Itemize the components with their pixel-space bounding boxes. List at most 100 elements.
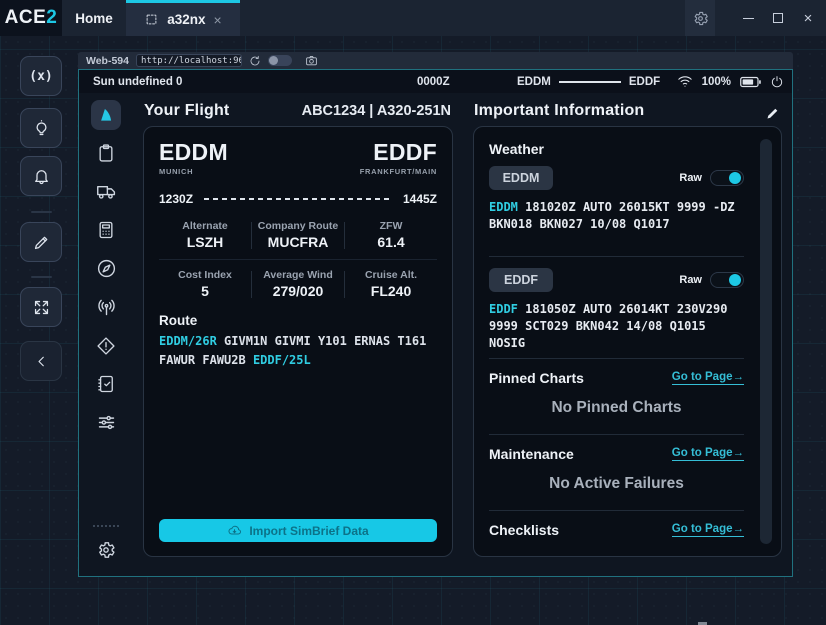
browser-toggle[interactable]: [268, 55, 292, 66]
import-simbrief-button[interactable]: Import SimBrief Data: [159, 519, 437, 542]
failure-diamond-icon: [96, 336, 116, 356]
battery-icon: [740, 76, 761, 88]
station-eddf-button[interactable]: EDDF: [489, 268, 553, 292]
sidebar-item-failures[interactable]: [96, 336, 116, 356]
status-bar: Sun undefined 0 0000Z EDDM EDDF 100%: [79, 70, 792, 93]
screenshot-button[interactable]: [305, 54, 318, 67]
route-departure: EDDM/26R: [159, 334, 217, 348]
annotate-button[interactable]: [20, 222, 62, 262]
section-divider: [489, 256, 744, 257]
fullscreen-button[interactable]: [20, 287, 62, 327]
stat-cruise-alt: Cruise Alt.FL240: [345, 269, 437, 299]
pinned-charts-row: Pinned Charts Go to Page→: [489, 370, 744, 386]
stat-average-wind: Average Wind 279/020: [252, 269, 344, 299]
wifi-icon: [677, 75, 693, 88]
gear-icon: [692, 10, 709, 27]
sliders-icon: [96, 412, 117, 433]
pinned-charts-empty: No Pinned Charts: [489, 399, 744, 417]
tab-a32nx[interactable]: a32nx ×: [126, 0, 240, 36]
url-input[interactable]: http://localhost:9696/: [136, 54, 242, 67]
route-section: Route EDDM/26R GIVM1N GIVMI Y101 ERNAS T…: [159, 313, 437, 369]
stat-company-route: Company RouteMUCFRA: [252, 220, 344, 250]
status-origin: EDDM: [517, 76, 551, 88]
sidebar-item-ground[interactable]: [96, 181, 117, 202]
pinned-charts-heading: Pinned Charts: [489, 370, 584, 386]
sidebar-item-atc[interactable]: [96, 297, 117, 318]
stat-alternate: AlternateLSZH: [159, 220, 251, 250]
sidebar-drag-handle[interactable]: [93, 525, 119, 527]
route-string: EDDM/26R GIVM1N GIVMI Y101 ERNAS T161 FA…: [159, 332, 437, 369]
origin-city: MUNICH: [159, 167, 228, 176]
metar-text: 181050Z AUTO 26014KT 230V290 9999 SCT029…: [489, 302, 727, 350]
pencil-icon: [32, 233, 51, 252]
logo-accent: 2: [46, 7, 57, 29]
sidebar-item-presets[interactable]: [96, 412, 117, 433]
power-button[interactable]: [770, 75, 784, 89]
stat-value: LSZH: [159, 234, 251, 250]
pinned-charts-link[interactable]: Go to Page→: [672, 371, 744, 385]
maintenance-link[interactable]: Go to Page→: [672, 447, 744, 461]
app-logo: ACE2: [0, 0, 62, 36]
raw-toggle-eddm[interactable]: [710, 170, 744, 186]
stat-label: Average Wind: [252, 269, 344, 281]
raw-toggle-eddf[interactable]: [710, 272, 744, 288]
route-arrival: EDDF/25L: [253, 353, 311, 367]
stat-value: FL240: [345, 283, 437, 299]
lightbulb-icon: [32, 119, 51, 138]
maximize-button[interactable]: [763, 0, 793, 36]
sim-time: Sun undefined 0: [93, 76, 182, 88]
metar-text: 181020Z AUTO 26015KT 9999 -DZ BKN018 BKN…: [489, 200, 735, 231]
stats-divider: [159, 259, 437, 260]
stat-value: 279/020: [252, 283, 344, 299]
close-button[interactable]: ×: [793, 0, 823, 36]
destination-airport: EDDF FRANKFURT/MAIN: [360, 141, 437, 176]
stats-row: Cost Index5 Average Wind279/020 Cruise A…: [159, 269, 437, 299]
notifications-button[interactable]: [20, 156, 62, 196]
camera-icon: [305, 54, 318, 67]
cloud-download-icon: [227, 523, 242, 538]
stat-value: 5: [159, 283, 251, 299]
titlebar: ACE2 Home a32nx × ×: [0, 0, 826, 36]
sidebar-item-performance[interactable]: [96, 220, 116, 240]
stat-label: ZFW: [345, 220, 437, 232]
sidebar-item-settings[interactable]: [96, 540, 116, 560]
idea-button[interactable]: [20, 108, 62, 148]
sidebar-item-navigation[interactable]: [96, 258, 117, 279]
tab-a32nx-label: a32nx: [167, 12, 205, 27]
flight-panel: Your Flight ABC1234 | A320-251N EDDM MUN…: [133, 93, 463, 576]
info-panel-header: Important Information: [463, 93, 792, 124]
refresh-button[interactable]: [249, 55, 261, 67]
clipboard-icon: [96, 143, 116, 163]
flight-callsign-aircraft: ABC1234 | A320-251N: [302, 103, 451, 119]
logo-text: ACE: [5, 7, 47, 29]
tab-home-label: Home: [75, 11, 113, 26]
origin-airport: EDDM MUNICH: [159, 141, 228, 176]
window-controls: ×: [685, 0, 823, 36]
refresh-icon: [249, 55, 261, 67]
main-content: Your Flight ABC1234 | A320-251N EDDM MUN…: [79, 93, 792, 576]
origin-icao: EDDM: [159, 141, 228, 164]
zulu-time: 0000Z: [417, 76, 450, 88]
edit-info-button[interactable]: [765, 106, 780, 121]
tab-close-icon[interactable]: ×: [214, 12, 222, 28]
weather-station-row: EDDM Raw: [489, 166, 744, 190]
collapse-toolbar-button[interactable]: [20, 341, 62, 381]
route-label: Route: [159, 313, 437, 328]
departure-time: 1230Z: [159, 192, 193, 206]
gear-icon: [96, 540, 116, 560]
tab-home[interactable]: Home: [62, 0, 126, 36]
stats-row: AlternateLSZH Company RouteMUCFRA ZFW61.…: [159, 220, 437, 250]
minimize-button[interactable]: [733, 0, 763, 36]
sidebar-item-flight[interactable]: [91, 100, 121, 130]
info-scrollbar[interactable]: [760, 139, 772, 544]
info-panel-title: Important Information: [474, 102, 644, 120]
station-eddm-button[interactable]: EDDM: [489, 166, 553, 190]
station-code: EDDF: [504, 273, 538, 287]
sidebar-item-dispatch[interactable]: [96, 143, 116, 163]
pencil-icon: [765, 106, 780, 121]
variables-button[interactable]: (x): [20, 56, 62, 96]
sidebar-item-checklists[interactable]: [96, 374, 116, 394]
checklists-link[interactable]: Go to Page→: [672, 523, 744, 537]
titlebar-gear-button[interactable]: [685, 0, 715, 36]
flight-progress-line: [559, 81, 621, 83]
